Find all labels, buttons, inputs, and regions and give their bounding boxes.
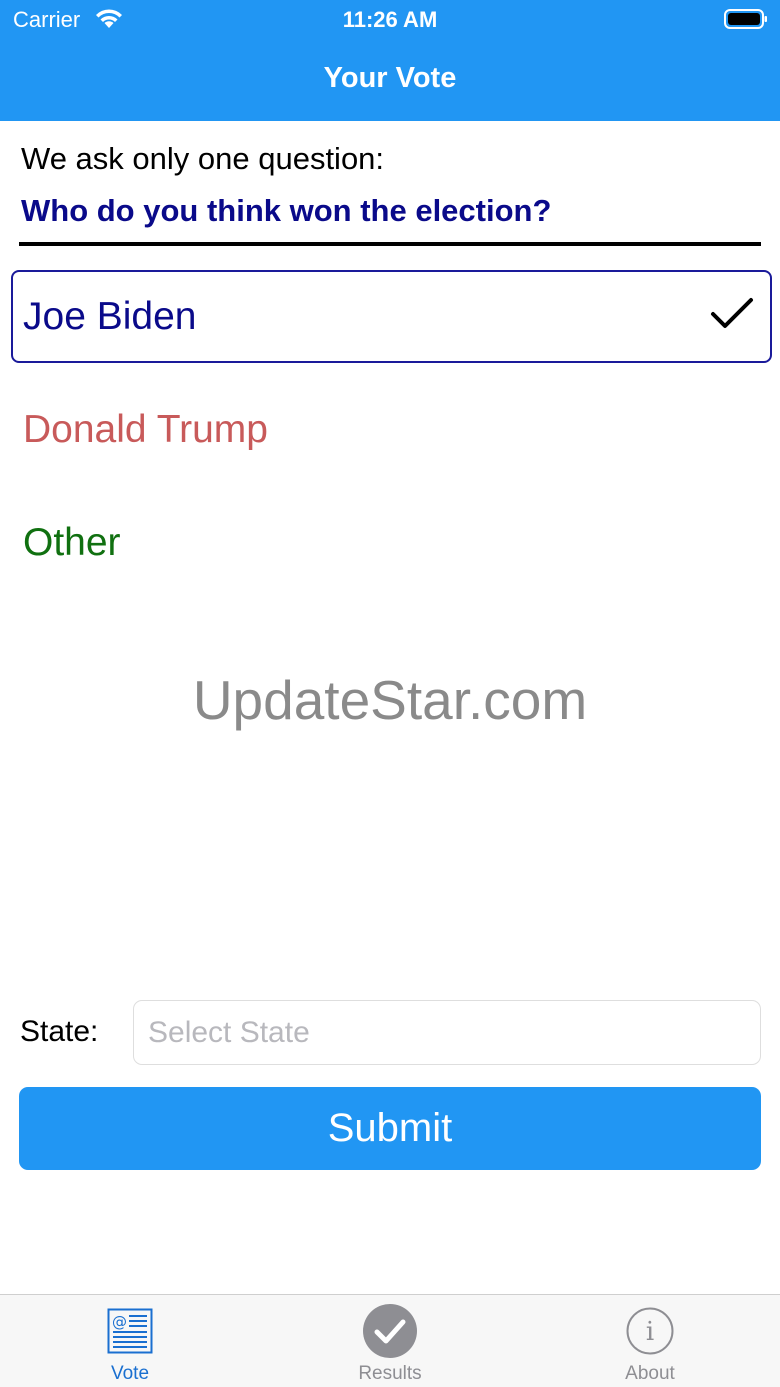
battery-icon bbox=[724, 9, 768, 34]
option-joe-biden[interactable]: Joe Biden bbox=[11, 270, 772, 363]
vote-screen: Carrier 11:26 AM Your Vote We ask only o… bbox=[0, 0, 780, 1387]
tab-label: About bbox=[625, 1363, 675, 1384]
nav-bar: Carrier 11:26 AM Your Vote bbox=[0, 0, 780, 121]
watermark: UpdateStar.com bbox=[192, 669, 588, 731]
tab-label: Vote bbox=[110, 1363, 150, 1384]
question-text: Who do you think won the election? bbox=[21, 193, 552, 228]
clock-label: 11:26 AM bbox=[342, 7, 438, 32]
checkmark-icon bbox=[710, 296, 754, 342]
svg-text:i: i bbox=[646, 1317, 654, 1347]
tab-results[interactable]: Results bbox=[290, 1295, 490, 1387]
checkmark-circle-icon bbox=[362, 1303, 418, 1359]
option-label: Donald Trump bbox=[23, 407, 268, 451]
option-donald-trump[interactable]: Donald Trump bbox=[11, 383, 772, 476]
tab-bar: @ Vote Results i About bbox=[0, 1294, 780, 1387]
option-label: Joe Biden bbox=[23, 294, 197, 338]
state-input[interactable] bbox=[133, 1000, 761, 1065]
tab-about[interactable]: i About bbox=[550, 1295, 750, 1387]
status-bar: Carrier 11:26 AM bbox=[0, 0, 780, 40]
submit-button[interactable]: Submit bbox=[19, 1087, 761, 1170]
tab-label: Results bbox=[358, 1363, 422, 1384]
svg-text:@: @ bbox=[112, 1313, 127, 1331]
intro-text: We ask only one question: bbox=[21, 141, 385, 176]
info-icon: i bbox=[626, 1303, 674, 1359]
divider bbox=[19, 242, 761, 246]
option-other[interactable]: Other bbox=[11, 496, 772, 589]
newspaper-icon: @ bbox=[107, 1303, 153, 1359]
page-title: Your Vote bbox=[323, 62, 457, 94]
state-label: State: bbox=[20, 1015, 99, 1048]
option-label: Other bbox=[23, 520, 121, 564]
tab-vote[interactable]: @ Vote bbox=[30, 1295, 230, 1387]
